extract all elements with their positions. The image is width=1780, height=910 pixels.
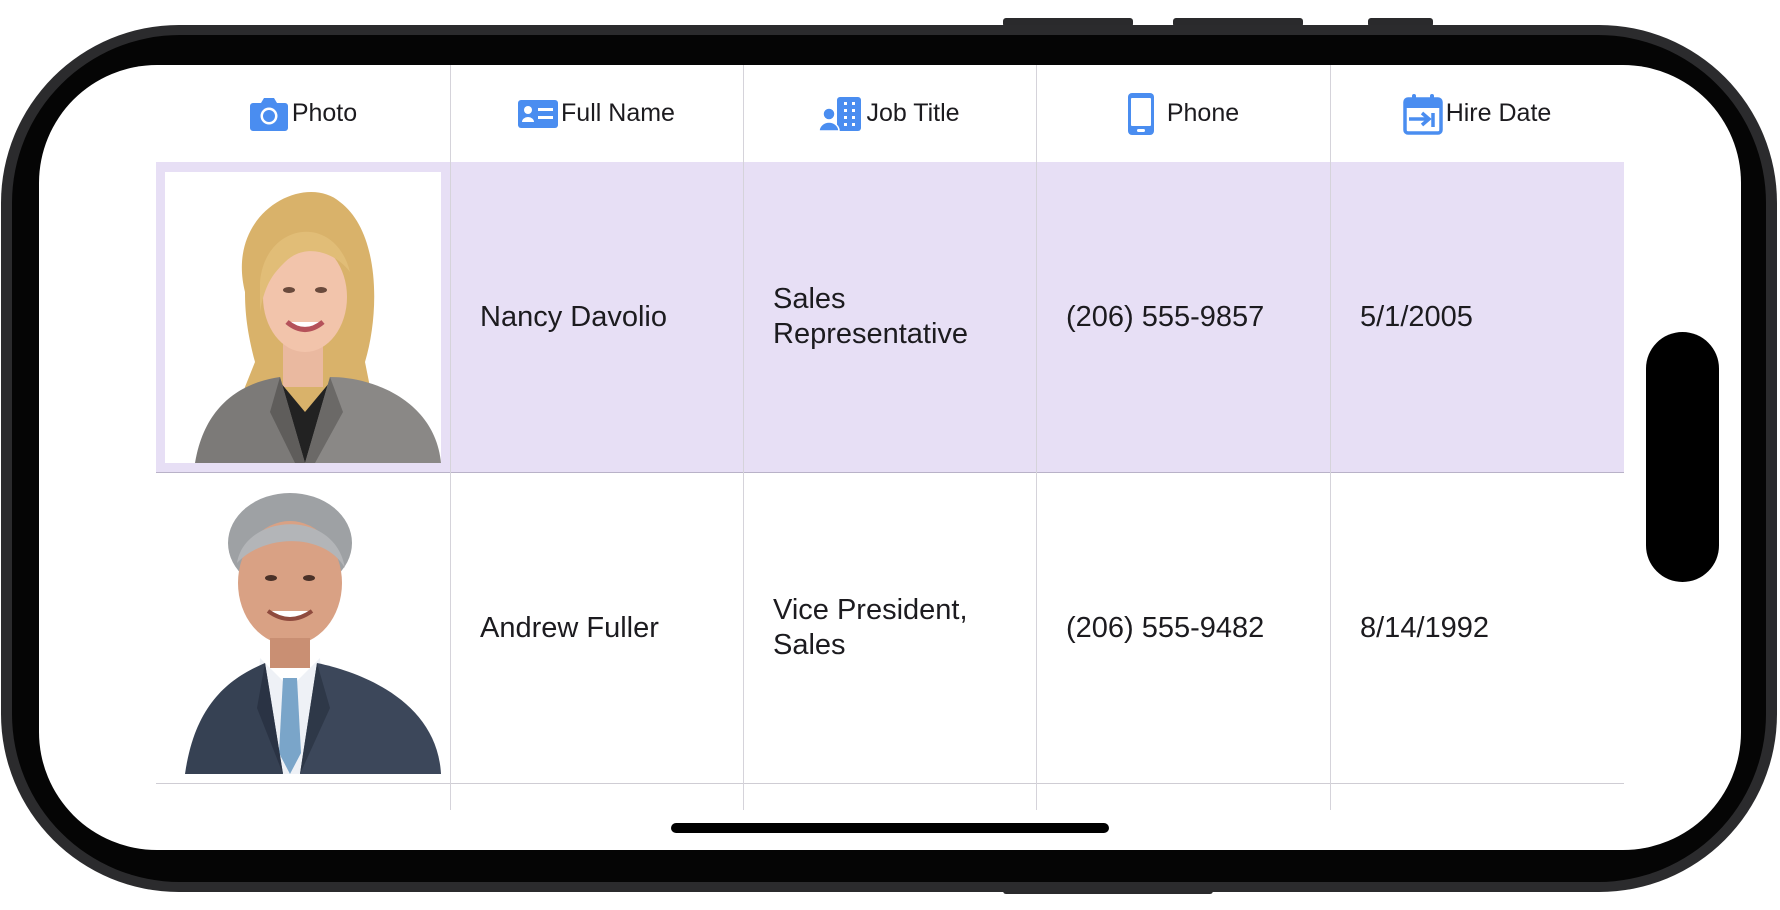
- employee-photo-man: [165, 482, 441, 774]
- id-card-icon: [518, 98, 559, 130]
- column-header-label: Job Title: [866, 99, 960, 127]
- employee-data-grid: Photo Full Name Job Title Phone Hire Dat…: [156, 65, 1624, 850]
- column-divider: [1330, 65, 1331, 810]
- column-divider: [1036, 65, 1037, 810]
- phone-text: (206) 555-9482: [1066, 611, 1265, 644]
- column-header-full-name[interactable]: Full Name: [450, 65, 743, 162]
- column-header-label: Hire Date: [1445, 99, 1552, 127]
- hire-date-text: 5/1/2005: [1360, 300, 1473, 333]
- calendar-icon: [1402, 93, 1443, 135]
- photo-cell[interactable]: [156, 162, 450, 472]
- column-header-job-title[interactable]: Job Title: [743, 65, 1036, 162]
- app-screen: Photo Full Name Job Title Phone Hire Dat…: [39, 65, 1741, 850]
- full-name-cell[interactable]: Nancy Davolio: [450, 162, 743, 472]
- job-title-cell[interactable]: Sales Representative: [743, 162, 1036, 472]
- hire-date-text: 8/14/1992: [1360, 611, 1490, 644]
- hire-date-cell[interactable]: 8/14/1992: [1330, 473, 1624, 783]
- column-header-label: Full Name: [561, 99, 675, 127]
- hire-date-cell[interactable]: 5/1/2005: [1330, 162, 1624, 472]
- column-divider: [450, 65, 451, 810]
- phone-cell[interactable]: (206) 555-9857: [1036, 162, 1330, 472]
- job-title-text: Sales Representative: [773, 283, 969, 350]
- column-header-label: Phone: [1166, 99, 1240, 127]
- job-title-cell[interactable]: Vice President, Sales: [743, 473, 1036, 783]
- home-indicator[interactable]: [671, 823, 1109, 833]
- column-header-photo[interactable]: Photo: [156, 65, 450, 162]
- mobile-phone-icon: [1127, 92, 1155, 136]
- table-row-selected[interactable]: Nancy Davolio Sales Representative (206)…: [156, 162, 1624, 473]
- camera-icon: [249, 96, 289, 132]
- table-row-partial[interactable]: [156, 787, 1624, 827]
- full-name-cell[interactable]: Andrew Fuller: [450, 473, 743, 783]
- dynamic-island: [1646, 332, 1719, 582]
- column-header-hire-date[interactable]: Hire Date: [1330, 65, 1624, 162]
- phone-cell[interactable]: (206) 555-9482: [1036, 473, 1330, 783]
- grid-header-row: Photo Full Name Job Title Phone Hire Dat…: [156, 65, 1624, 162]
- column-header-phone[interactable]: Phone: [1036, 65, 1330, 162]
- table-row[interactable]: Andrew Fuller Vice President, Sales (206…: [156, 473, 1624, 784]
- employee-photo-woman: [165, 171, 441, 463]
- phone-text: (206) 555-9857: [1066, 300, 1265, 333]
- photo-cell[interactable]: [156, 473, 450, 783]
- column-header-label: Photo: [291, 99, 358, 127]
- full-name-text: Nancy Davolio: [480, 300, 667, 333]
- job-title-text: Vice President, Sales: [773, 594, 968, 661]
- job-title-icon: [819, 96, 863, 132]
- column-divider: [743, 65, 744, 810]
- full-name-text: Andrew Fuller: [480, 611, 659, 644]
